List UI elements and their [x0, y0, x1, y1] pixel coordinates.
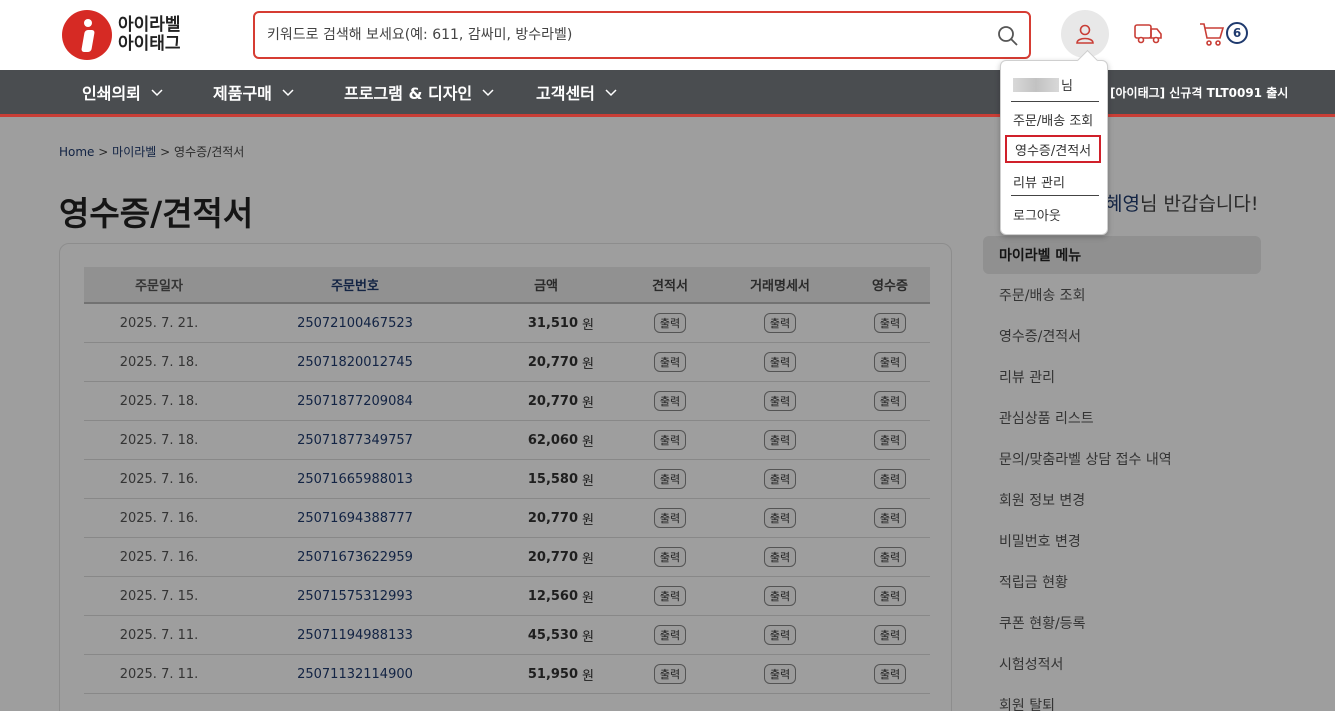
user-dropdown: 님 주문/배송 조회 영수증/견적서 리뷰 관리 로그아웃 — [1000, 60, 1108, 235]
logo-line1: 아이라벨 — [118, 15, 181, 35]
dropdown-item-orders[interactable]: 주문/배송 조회 — [1013, 110, 1093, 129]
chevron-down-icon — [151, 89, 163, 97]
nav-program-design[interactable]: 프로그램 & 디자인 — [344, 70, 494, 114]
dropdown-divider — [1011, 101, 1099, 102]
chevron-down-icon — [282, 89, 294, 97]
delivery-button[interactable] — [1133, 20, 1165, 50]
nav-print-request[interactable]: 인쇄의뢰 — [82, 70, 163, 114]
nav-customer-center[interactable]: 고객센터 — [536, 70, 617, 114]
nav-notice[interactable]: [아이태그] 신규격 TLT0091 출시 — [1110, 70, 1288, 114]
nav-label: 제품구매 — [213, 84, 272, 103]
truck-icon — [1134, 24, 1162, 44]
cart-icon — [1200, 23, 1225, 46]
nav-label: 프로그램 & 디자인 — [344, 84, 473, 103]
nav-product-purchase[interactable]: 제품구매 — [213, 70, 294, 114]
dropdown-item-logout[interactable]: 로그아웃 — [1013, 205, 1061, 224]
nav-label: 인쇄의뢰 — [82, 84, 141, 103]
dropdown-item-reviews[interactable]: 리뷰 관리 — [1013, 172, 1065, 191]
logo-line2: 아이태그 — [118, 34, 181, 54]
site-header: 아이라벨 아이태그 6 — [0, 0, 1335, 70]
nav-label: 고객센터 — [536, 84, 595, 103]
dropdown-user-suffix: 님 — [1061, 79, 1073, 94]
dropdown-item-receipts[interactable]: 영수증/견적서 — [1005, 135, 1101, 163]
cart-button[interactable]: 6 — [1198, 20, 1254, 50]
blurred-username — [1013, 77, 1059, 92]
logo[interactable]: 아이라벨 아이태그 — [62, 10, 181, 60]
cart-count-badge: 6 — [1226, 22, 1248, 44]
chevron-down-icon — [482, 89, 494, 97]
chevron-down-icon — [605, 89, 617, 97]
main-nav: 인쇄의뢰 제품구매 프로그램 & 디자인 고객센터 [아이태그] 신규격 TLT… — [0, 70, 1335, 117]
user-icon — [1076, 24, 1094, 44]
dropdown-divider — [1011, 195, 1099, 196]
search-icon[interactable] — [997, 25, 1019, 47]
logo-icon — [62, 10, 112, 60]
search-input[interactable] — [267, 13, 987, 57]
search-box — [253, 11, 1031, 59]
modal-overlay[interactable] — [0, 117, 1335, 711]
dropdown-username: 님 — [1013, 75, 1073, 94]
